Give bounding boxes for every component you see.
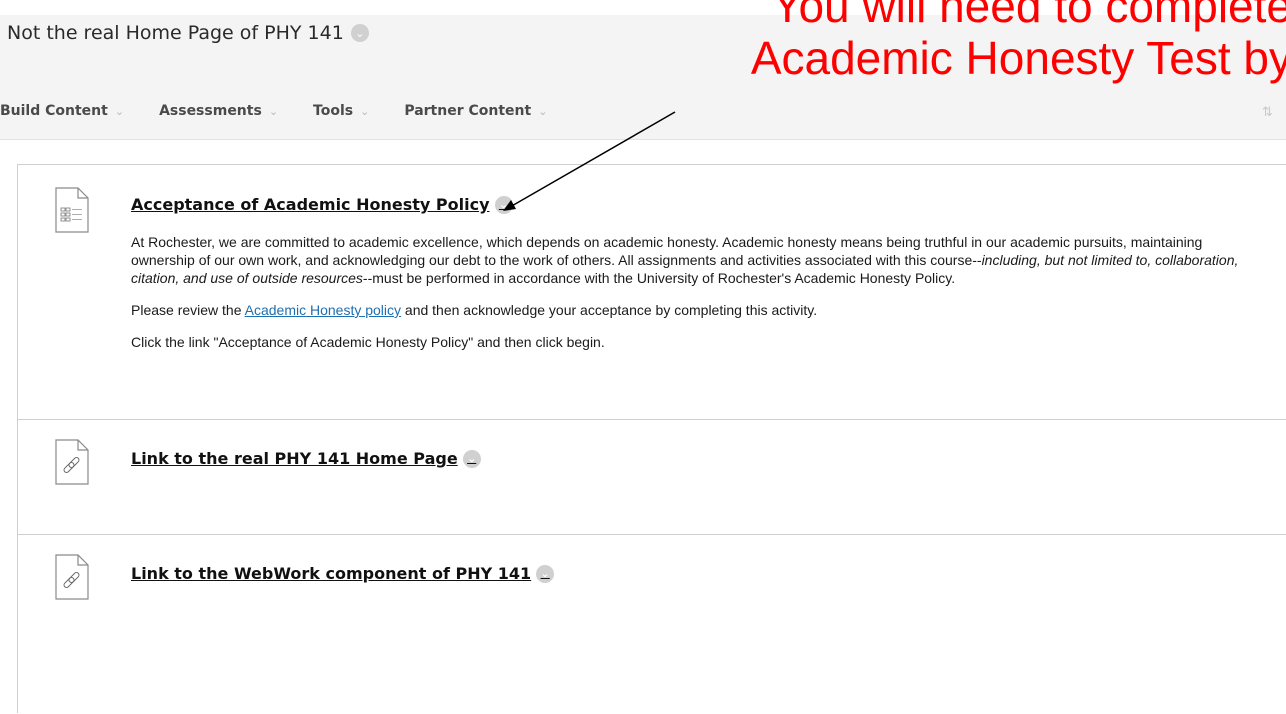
page-title-text: Not the real Home Page of PHY 141 [7, 22, 344, 44]
page-title[interactable]: Not the real Home Page of PHY 141 ⌄ [7, 22, 369, 44]
menu-build-content[interactable]: Build Content ⌄ [0, 103, 124, 119]
title-options-chevron-icon[interactable]: ⌄ [350, 24, 369, 42]
link-document-icon [55, 439, 89, 485]
menu-assessments[interactable]: Assessments ⌄ [159, 103, 278, 119]
link-document-icon [55, 554, 89, 600]
menu-assessments-label: Assessments [159, 103, 262, 119]
menu-tools[interactable]: Tools ⌄ [313, 103, 369, 119]
menu-partner-content[interactable]: Partner Content ⌄ [404, 103, 547, 119]
reorder-icon[interactable]: ⇅ [1262, 104, 1273, 120]
chevron-down-icon: ⌄ [538, 104, 548, 118]
content-item-webwork: Link to the WebWork component of PHY 141… [18, 535, 1286, 714]
description-paragraph-1: At Rochester, we are committed to academ… [131, 233, 1241, 287]
item-options-chevron-icon[interactable]: ⌄ [536, 564, 555, 583]
content-item-academic-honesty: Acceptance of Academic Honesty Policy ⌄ … [18, 165, 1286, 420]
chevron-down-icon: ⌄ [114, 104, 125, 118]
description-paragraph-3: Click the link "Acceptance of Academic H… [131, 334, 605, 350]
red-annotation-text: You will need to complete Academic Hones… [751, 0, 1286, 84]
desc-text: Please review the [131, 302, 245, 318]
content-item-real-home-page: Link to the real PHY 141 Home Page ⌄ [18, 420, 1286, 535]
test-document-icon [55, 187, 89, 233]
academic-honesty-description: At Rochester, we are committed to academ… [131, 233, 1241, 365]
annotation-line-2: Academic Honesty Test by [750, 32, 1286, 84]
academic-honesty-title[interactable]: Acceptance of Academic Honesty Policy ⌄ [131, 195, 513, 214]
webwork-link-text[interactable]: Link to the WebWork component of PHY 141 [131, 564, 531, 583]
academic-honesty-policy-link[interactable]: Academic Honesty policy [245, 302, 401, 318]
description-paragraph-2: Please review the Academic Honesty polic… [131, 301, 1241, 319]
item-options-chevron-icon[interactable]: ⌄ [494, 195, 513, 214]
desc-text: --must be performed in accordance with t… [362, 270, 956, 286]
menu-build-content-label: Build Content [0, 103, 108, 119]
real-home-page-link[interactable]: Link to the real PHY 141 Home Page ⌄ [131, 449, 481, 468]
chevron-down-icon: ⌄ [360, 104, 370, 118]
content-menu: Build Content ⌄ Assessments ⌄ Tools ⌄ Pa… [0, 103, 582, 119]
menu-tools-label: Tools [313, 103, 354, 119]
annotation-line-1: You will need to complete [772, 0, 1286, 32]
content-area: Acceptance of Academic Honesty Policy ⌄ … [17, 164, 1286, 713]
item-options-chevron-icon[interactable]: ⌄ [462, 449, 481, 468]
webwork-link[interactable]: Link to the WebWork component of PHY 141… [131, 564, 555, 583]
real-home-page-link-text[interactable]: Link to the real PHY 141 Home Page [131, 449, 458, 468]
academic-honesty-title-text[interactable]: Acceptance of Academic Honesty Policy [131, 195, 490, 214]
menu-partner-content-label: Partner Content [404, 103, 532, 119]
desc-text: and then acknowledge your acceptance by … [401, 302, 818, 318]
chevron-down-icon: ⌄ [268, 104, 279, 118]
